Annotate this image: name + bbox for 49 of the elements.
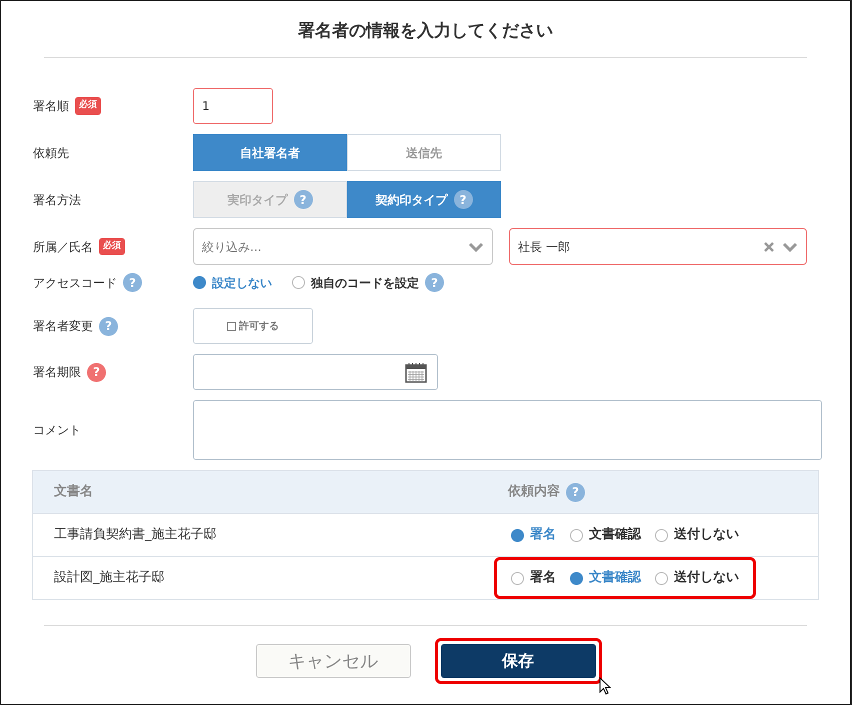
segment-tab[interactable]: 実印タイプ ? [193,181,347,218]
help-icon[interactable]: ? [99,316,118,336]
dialog-title: 署名者の情報を入力してください [297,20,554,43]
field-label: 署名方法 [33,192,81,208]
permit-checkbox[interactable]: 許可する [193,308,313,344]
field-label: コメント [33,422,81,439]
field-label: 所属／氏名 [33,238,93,256]
chevron-down-icon[interactable] [782,242,798,252]
document-name: 工事請負契約書_施主花子邸 [54,527,216,542]
save-button[interactable]: 保存 [440,644,596,678]
cancel-button[interactable]: キャンセル [256,644,410,678]
help-icon[interactable]: ? [566,482,585,502]
calendar-icon[interactable] [405,362,427,382]
radio-option[interactable]: 独自のコードを設定 [292,274,419,292]
clear-icon[interactable] [764,242,774,252]
text-input[interactable]: 1 [193,88,273,124]
document-name: 設計図_施主花子邸 [54,570,164,586]
radio-option[interactable]: 署名 [511,568,556,588]
required-badge: 必須 [99,238,125,256]
radio-option[interactable]: 送付しない [655,568,739,588]
help-icon[interactable]: ? [123,273,142,292]
field-label: アクセスコード [33,274,117,292]
segment-tab[interactable]: 契約印タイプ ? [347,181,501,218]
pointer-icon [599,677,611,695]
help-icon[interactable]: ? [87,362,106,382]
field-label: 署名期限 [33,364,81,381]
select-field[interactable]: 絞り込み... [193,228,493,265]
help-icon[interactable]: ? [454,190,472,209]
field-label: 署名順 [33,98,69,115]
column-header: 依頼内容 [508,482,560,502]
segment-tab[interactable]: 自社署名者 [193,134,347,171]
field-label: 署名者変更 [33,318,93,335]
required-badge: 必須 [75,97,101,115]
radio-option[interactable]: 送付しない [655,525,739,545]
segment-label: 契約印タイプ [376,192,448,208]
date-field[interactable] [193,354,438,390]
field-label: 依頼先 [33,144,69,162]
segment-tab[interactable]: 送信先 [347,134,501,171]
radio-option[interactable]: 署名 [511,525,556,545]
help-icon[interactable]: ? [294,190,312,209]
radio-option[interactable]: 設定しない [193,274,272,292]
radio-option[interactable]: 文書確認 [570,568,641,588]
select-field[interactable]: 社長 一郎 [509,228,807,265]
chevron-down-icon[interactable] [468,242,484,252]
help-icon[interactable]: ? [425,273,444,292]
comment-field[interactable] [193,400,822,460]
column-header: 文書名 [54,484,93,500]
radio-option[interactable]: 文書確認 [570,525,641,545]
segment-label: 実印タイプ [228,192,288,208]
